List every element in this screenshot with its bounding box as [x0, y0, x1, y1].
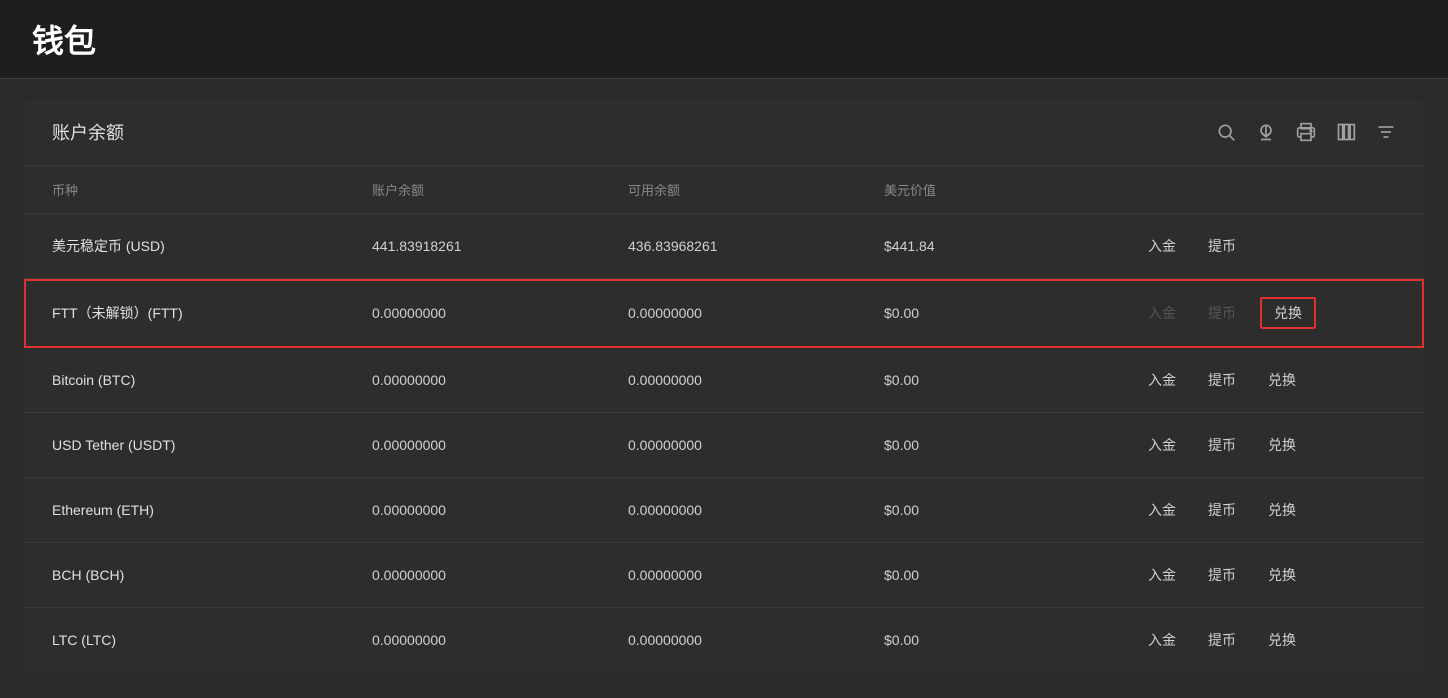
exchange-button-ltc[interactable]: 兑换 — [1260, 626, 1304, 654]
usd-value-usdt: $0.00 — [884, 437, 1140, 453]
deposit-button-bch[interactable]: 入金 — [1140, 561, 1184, 589]
col-header-actions — [1140, 180, 1396, 199]
usd-value-eth: $0.00 — [884, 502, 1140, 518]
currency-name-bch: BCH (BCH) — [52, 567, 372, 583]
exchange-button-usdt[interactable]: 兑换 — [1260, 431, 1304, 459]
col-header-usd: 美元价值 — [884, 180, 1140, 199]
actions-usd: 入金提币 — [1140, 232, 1396, 260]
withdraw-button-ftt: 提币 — [1200, 299, 1244, 327]
balance-btc: 0.00000000 — [372, 372, 628, 388]
section-header: 账户余额 — [24, 99, 1424, 166]
actions-usdt: 入金提币兑换 — [1140, 431, 1396, 459]
balance-ftt: 0.00000000 — [372, 305, 628, 321]
page-title: 钱包 — [32, 16, 1416, 62]
withdraw-button-usd[interactable]: 提币 — [1200, 232, 1244, 260]
exchange-button-eth[interactable]: 兑换 — [1260, 496, 1304, 524]
exchange-button-btc[interactable]: 兑换 — [1260, 366, 1304, 394]
usd-value-ltc: $0.00 — [884, 632, 1140, 648]
currency-name-usd: 美元稳定币 (USD) — [52, 236, 372, 256]
currency-name-eth: Ethereum (ETH) — [52, 502, 372, 518]
available-usdt: 0.00000000 — [628, 437, 884, 453]
usd-value-usd: $441.84 — [884, 238, 1140, 254]
balance-eth: 0.00000000 — [372, 502, 628, 518]
page-header: 钱包 — [0, 0, 1448, 79]
columns-icon[interactable] — [1336, 122, 1356, 142]
withdraw-button-btc[interactable]: 提币 — [1200, 366, 1244, 394]
balance-ltc: 0.00000000 — [372, 632, 628, 648]
available-eth: 0.00000000 — [628, 502, 884, 518]
balance-bch: 0.00000000 — [372, 567, 628, 583]
download-icon[interactable] — [1256, 122, 1276, 142]
available-ftt: 0.00000000 — [628, 305, 884, 321]
deposit-button-eth[interactable]: 入金 — [1140, 496, 1184, 524]
col-header-available: 可用余额 — [628, 180, 884, 199]
table-row: BCH (BCH)0.000000000.00000000$0.00入金提币兑换 — [24, 543, 1424, 608]
balance-usd: 441.83918261 — [372, 238, 628, 254]
usd-value-bch: $0.00 — [884, 567, 1140, 583]
actions-ltc: 入金提币兑换 — [1140, 626, 1396, 654]
balance-usdt: 0.00000000 — [372, 437, 628, 453]
actions-bch: 入金提币兑换 — [1140, 561, 1396, 589]
currency-name-btc: Bitcoin (BTC) — [52, 372, 372, 388]
table-row: USD Tether (USDT)0.000000000.00000000$0.… — [24, 413, 1424, 478]
table-row: 美元稳定币 (USD)441.83918261436.83968261$441.… — [24, 214, 1424, 279]
deposit-button-ltc[interactable]: 入金 — [1140, 626, 1184, 654]
withdraw-button-usdt[interactable]: 提币 — [1200, 431, 1244, 459]
col-header-balance: 账户余额 — [372, 180, 628, 199]
exchange-button-ftt[interactable]: 兑换 — [1260, 297, 1316, 329]
table-body: 美元稳定币 (USD)441.83918261436.83968261$441.… — [24, 214, 1424, 672]
deposit-button-usd[interactable]: 入金 — [1140, 232, 1184, 260]
withdraw-button-bch[interactable]: 提币 — [1200, 561, 1244, 589]
withdraw-button-ltc[interactable]: 提币 — [1200, 626, 1244, 654]
filter-icon[interactable] — [1376, 122, 1396, 142]
available-usd: 436.83968261 — [628, 238, 884, 254]
available-ltc: 0.00000000 — [628, 632, 884, 648]
deposit-button-btc[interactable]: 入金 — [1140, 366, 1184, 394]
available-bch: 0.00000000 — [628, 567, 884, 583]
currency-name-usdt: USD Tether (USDT) — [52, 437, 372, 453]
table-row: Ethereum (ETH)0.000000000.00000000$0.00入… — [24, 478, 1424, 543]
table-row: FTT（未解锁）(FTT)0.000000000.00000000$0.00入金… — [24, 279, 1424, 348]
print-icon[interactable] — [1296, 122, 1316, 142]
table-column-headers: 币种 账户余额 可用余额 美元价值 — [24, 166, 1424, 214]
col-header-currency: 币种 — [52, 180, 372, 199]
deposit-button-usdt[interactable]: 入金 — [1140, 431, 1184, 459]
section-title: 账户余额 — [52, 119, 124, 145]
withdraw-button-eth[interactable]: 提币 — [1200, 496, 1244, 524]
actions-btc: 入金提币兑换 — [1140, 366, 1396, 394]
usd-value-btc: $0.00 — [884, 372, 1140, 388]
available-btc: 0.00000000 — [628, 372, 884, 388]
exchange-button-bch[interactable]: 兑换 — [1260, 561, 1304, 589]
actions-ftt: 入金提币兑换 — [1140, 297, 1396, 329]
usd-value-ftt: $0.00 — [884, 305, 1140, 321]
deposit-button-ftt: 入金 — [1140, 299, 1184, 327]
table-row: LTC (LTC)0.000000000.00000000$0.00入金提币兑换 — [24, 608, 1424, 672]
currency-name-ftt: FTT（未解锁）(FTT) — [52, 303, 372, 323]
search-icon[interactable] — [1216, 122, 1236, 142]
actions-eth: 入金提币兑换 — [1140, 496, 1396, 524]
toolbar-icons — [1216, 122, 1396, 142]
currency-name-ltc: LTC (LTC) — [52, 632, 372, 648]
table-row: Bitcoin (BTC)0.000000000.00000000$0.00入金… — [24, 348, 1424, 413]
main-content: 账户余额 — [24, 99, 1424, 672]
